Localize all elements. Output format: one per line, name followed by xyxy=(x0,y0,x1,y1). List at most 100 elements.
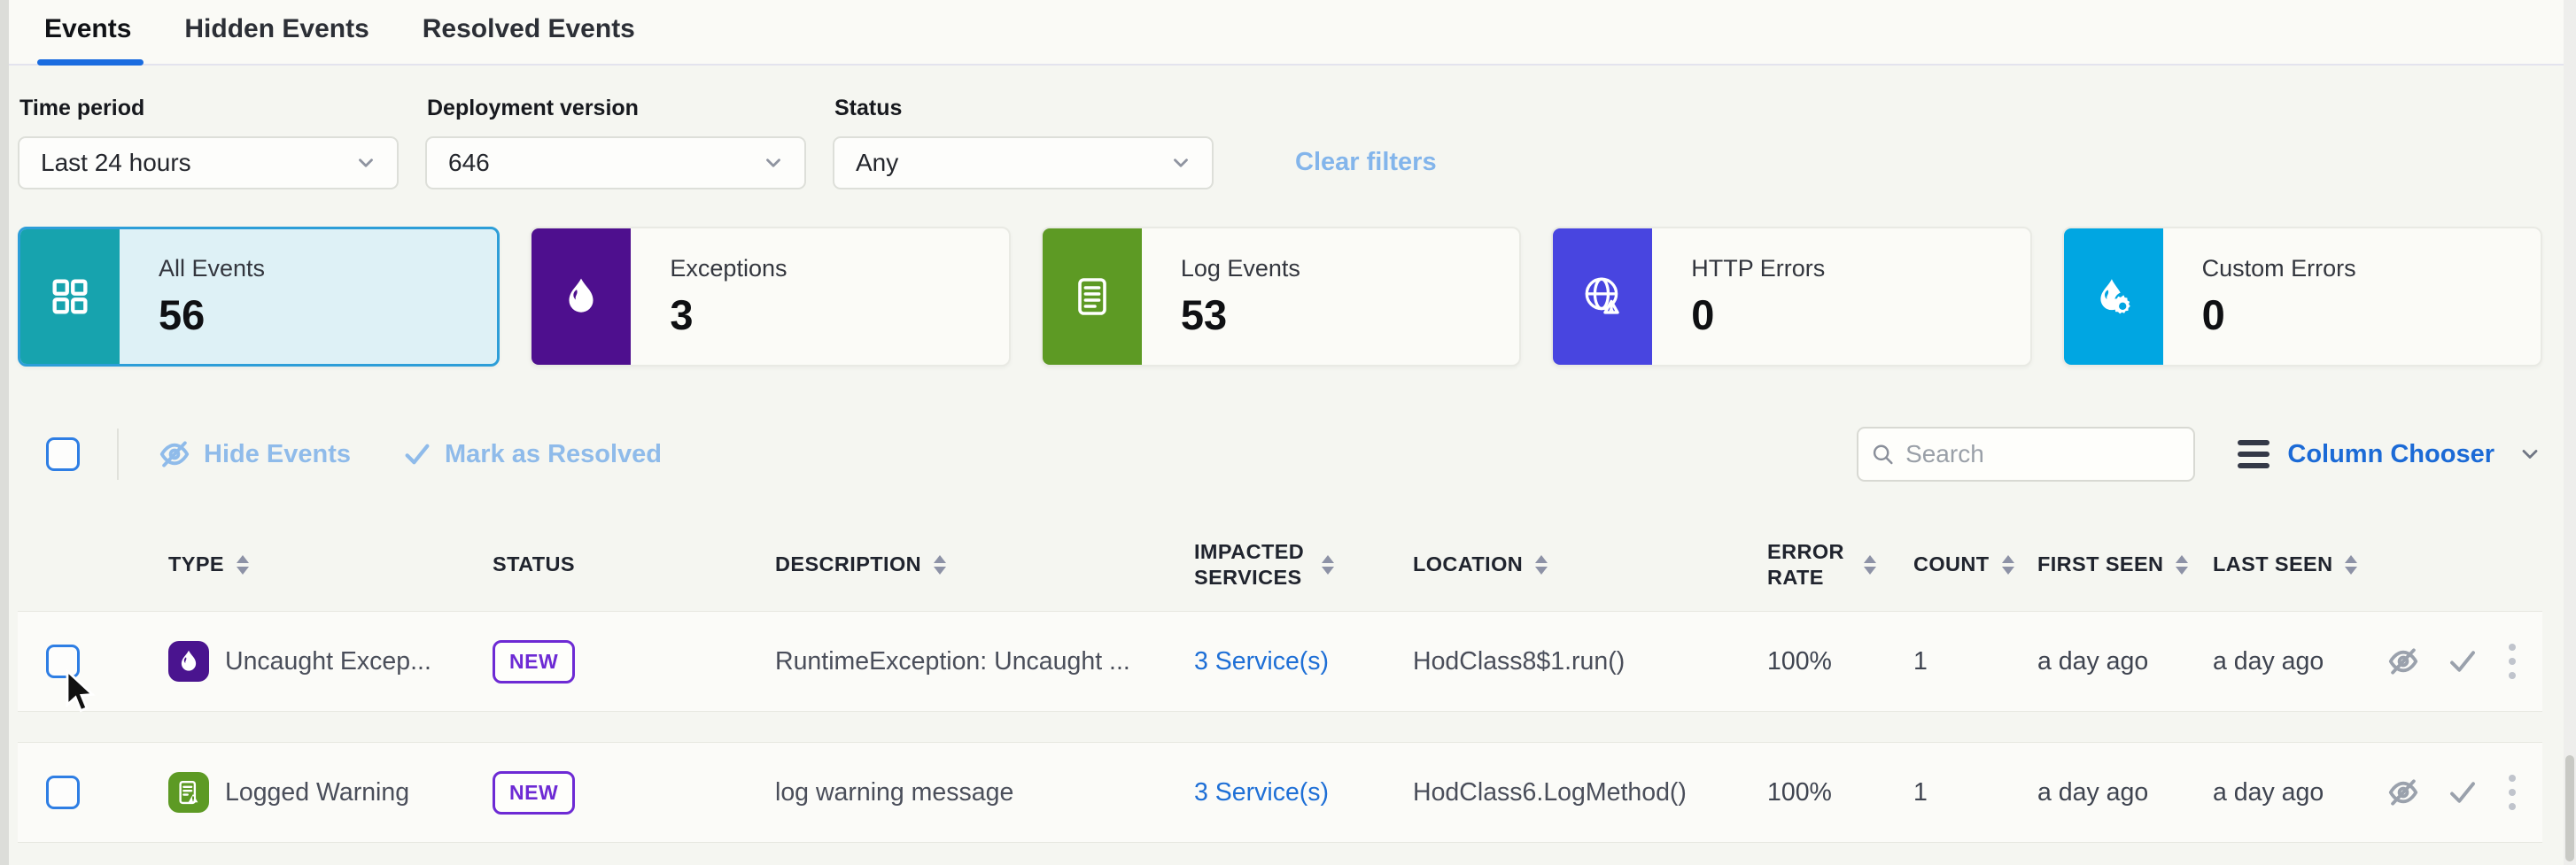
row-menu-kebab-icon[interactable] xyxy=(2505,771,2519,814)
column-header-impacted-services[interactable]: IMPACTED SERVICES xyxy=(1194,539,1413,591)
card-log-events[interactable]: Log Events 53 xyxy=(1041,227,1521,367)
search-input[interactable] xyxy=(1905,440,2181,468)
table-header: TYPE STATUS DESCRIPTION IMPACTED SERVICE… xyxy=(18,519,2542,611)
tab-events[interactable]: Events xyxy=(41,14,135,64)
time-period-select[interactable]: Last 24 hours xyxy=(18,136,399,189)
status-value: Any xyxy=(856,149,898,177)
resolve-event-icon-button[interactable] xyxy=(2447,645,2479,677)
sort-icon[interactable] xyxy=(934,555,946,575)
check-icon xyxy=(402,439,432,469)
description-cell: log warning message xyxy=(775,778,1194,807)
card-title: HTTP Errors xyxy=(1691,255,1825,282)
impacted-services-link[interactable]: 3 Service(s) xyxy=(1194,778,1329,807)
card-count: 0 xyxy=(2202,290,2356,339)
row-checkbox[interactable] xyxy=(46,776,80,809)
deployment-version-select[interactable]: 646 xyxy=(425,136,806,189)
globe-warning-icon xyxy=(1580,274,1625,319)
card-accent-block xyxy=(1553,228,1652,365)
count-cell: 1 xyxy=(1913,778,2037,807)
sort-icon[interactable] xyxy=(2002,555,2014,575)
exception-type-badge xyxy=(168,641,209,682)
flame-gear-icon xyxy=(2091,274,2136,319)
chevron-down-icon xyxy=(762,151,785,174)
deployment-version-label: Deployment version xyxy=(427,96,806,121)
card-body: All Events 56 xyxy=(120,229,265,364)
column-label: DESCRIPTION xyxy=(775,552,921,577)
card-accent-block xyxy=(531,228,631,365)
sort-icon[interactable] xyxy=(237,555,249,575)
mark-resolved-label: Mark as Resolved xyxy=(445,440,662,469)
resolve-event-icon-button[interactable] xyxy=(2447,776,2479,808)
sort-icon[interactable] xyxy=(1535,555,1548,575)
status-select[interactable]: Any xyxy=(833,136,1214,189)
flame-icon xyxy=(175,648,202,675)
row-checkbox[interactable] xyxy=(46,645,80,678)
flame-icon xyxy=(559,274,603,319)
impacted-services-cell: 3 Service(s) xyxy=(1194,778,1413,807)
card-accent-block xyxy=(2064,228,2163,365)
sort-icon[interactable] xyxy=(2345,555,2357,575)
column-header-location[interactable]: LOCATION xyxy=(1413,552,1767,577)
card-body: HTTP Errors 0 xyxy=(1652,228,1825,365)
card-exceptions[interactable]: Exceptions 3 xyxy=(530,227,1010,367)
card-title: All Events xyxy=(159,255,265,282)
scrollbar-thumb[interactable] xyxy=(2565,755,2574,861)
hide-events-button[interactable]: Hide Events xyxy=(158,437,351,471)
select-all-checkbox[interactable] xyxy=(46,437,80,471)
column-header-first-seen[interactable]: FIRST SEEN xyxy=(2037,552,2213,577)
row-menu-kebab-icon[interactable] xyxy=(2505,640,2519,683)
first-seen-cell: a day ago xyxy=(2037,647,2213,676)
search-icon xyxy=(1871,441,1895,467)
column-header-error-rate[interactable]: ERROR RATE xyxy=(1767,539,1913,591)
impacted-services-link[interactable]: 3 Service(s) xyxy=(1194,647,1329,676)
column-chooser-button[interactable]: Column Chooser xyxy=(2238,440,2542,469)
log-warning-icon xyxy=(175,779,202,806)
hide-event-icon-button[interactable] xyxy=(2386,645,2420,678)
card-count: 3 xyxy=(670,290,787,339)
status-cell: NEW xyxy=(493,771,775,815)
column-label: TYPE xyxy=(168,552,224,577)
sort-icon[interactable] xyxy=(1864,555,1876,575)
count-cell: 1 xyxy=(1913,647,2037,676)
eye-off-icon xyxy=(158,437,191,471)
card-count: 56 xyxy=(159,290,265,339)
column-label: IMPACTED SERVICES xyxy=(1194,539,1309,591)
column-header-last-seen[interactable]: LAST SEEN xyxy=(2213,552,2383,577)
tab-resolved-events[interactable]: Resolved Events xyxy=(419,14,639,64)
column-label: LAST SEEN xyxy=(2213,552,2332,577)
column-header-type[interactable]: TYPE xyxy=(168,552,493,577)
column-header-count[interactable]: COUNT xyxy=(1913,552,2037,577)
impacted-services-cell: 3 Service(s) xyxy=(1194,647,1413,676)
mark-resolved-button[interactable]: Mark as Resolved xyxy=(402,439,662,469)
card-http-errors[interactable]: HTTP Errors 0 xyxy=(1551,227,2031,367)
column-label: FIRST SEEN xyxy=(2037,552,2163,577)
log-document-icon xyxy=(1071,275,1113,318)
sort-icon[interactable] xyxy=(1322,555,1334,575)
time-period-label: Time period xyxy=(19,96,399,121)
hide-events-label: Hide Events xyxy=(204,440,351,469)
deployment-version-filter: Deployment version 646 xyxy=(425,96,806,189)
tab-bar: Events Hidden Events Resolved Events xyxy=(0,0,2576,66)
status-badge: NEW xyxy=(493,640,575,684)
card-body: Exceptions 3 xyxy=(631,228,787,365)
tab-hidden-events[interactable]: Hidden Events xyxy=(181,14,372,64)
column-header-status: STATUS xyxy=(493,552,775,577)
card-title: Exceptions xyxy=(670,255,787,282)
clear-filters-button[interactable]: Clear filters xyxy=(1295,148,1437,177)
card-custom-errors[interactable]: Custom Errors 0 xyxy=(2062,227,2542,367)
card-all-events[interactable]: All Events 56 xyxy=(18,227,500,367)
table-row[interactable]: Uncaught Excep... NEW RuntimeException: … xyxy=(18,611,2542,712)
column-label: ERROR RATE xyxy=(1767,539,1851,591)
error-rate-cell: 100% xyxy=(1767,647,1913,676)
hide-event-icon-button[interactable] xyxy=(2386,776,2420,809)
deployment-version-value: 646 xyxy=(448,149,490,177)
check-icon xyxy=(2447,776,2479,808)
events-table: TYPE STATUS DESCRIPTION IMPACTED SERVICE… xyxy=(18,519,2542,843)
vertical-scrollbar[interactable] xyxy=(2564,0,2576,865)
column-chooser-label: Column Chooser xyxy=(2287,440,2495,469)
card-title: Custom Errors xyxy=(2202,255,2356,282)
type-cell: Logged Warning xyxy=(168,772,493,813)
column-header-description[interactable]: DESCRIPTION xyxy=(775,552,1194,577)
table-row[interactable]: Logged Warning NEW log warning message 3… xyxy=(18,742,2542,843)
sort-icon[interactable] xyxy=(2176,555,2188,575)
